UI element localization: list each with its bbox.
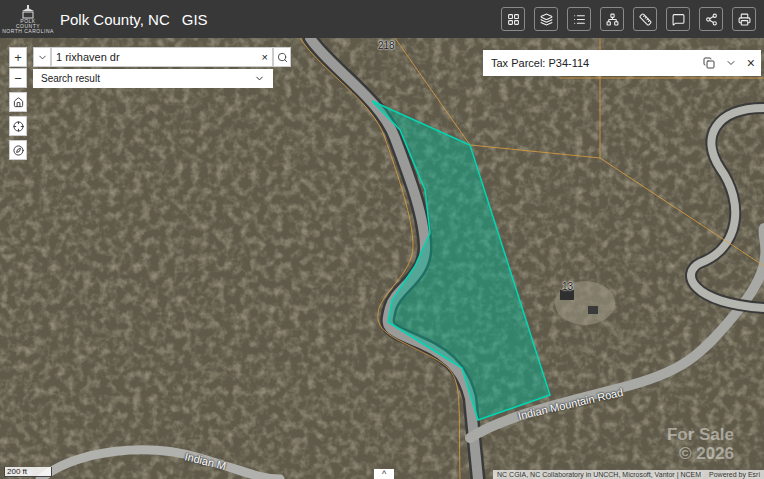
tool-button[interactable] [501,7,525,31]
search-icon [277,52,288,63]
gis-page: POLKCOUNTYNORTH CAROLINA Polk County, NCG… [0,0,764,479]
share-icon [705,13,718,26]
grid-icon [507,13,520,26]
logo-text: NORTH CAROLINA [2,29,54,34]
copy-icon[interactable] [703,57,715,69]
tool-button[interactable] [732,7,756,31]
collapse-icon[interactable] [725,57,737,69]
network-icon [606,13,619,26]
comment-icon [672,13,685,26]
parcel-popup: Tax Parcel: P34-114 × [483,50,761,76]
search-panel: 1 rixhaven dr× Search result [33,47,291,88]
search-result-dropdown[interactable]: Search result [33,69,273,88]
zoom-out-button[interactable]: − [9,68,27,88]
scale-bar: 200 ft [4,467,52,477]
chevron-icon [254,73,265,84]
parcel-highlight[interactable] [372,101,550,420]
printer-icon [738,13,751,26]
close-button[interactable]: × [747,55,755,71]
search-source-button[interactable] [33,47,51,67]
ruler-icon [639,13,652,26]
county-logo: POLKCOUNTYNORTH CAROLINA [8,5,48,34]
map[interactable]: 21813Indian Mountain RoadIndian MFor Sal… [0,38,764,479]
satellite-map[interactable] [0,38,764,479]
layers-icon [540,13,553,26]
tool-button[interactable] [567,7,591,31]
locate-icon [13,121,24,132]
chevron-icon [37,52,48,63]
tool-button[interactable] [699,7,723,31]
map-label: 218 [378,40,395,51]
header: POLKCOUNTYNORTH CAROLINA Polk County, NCG… [0,0,764,38]
clear-button[interactable]: × [262,51,268,63]
compass-icon [13,145,24,156]
tool-button[interactable] [633,7,657,31]
attribution: NC CGIA, NC Collaboratory in UNCCH, Micr… [493,470,764,479]
map-label: 13 [562,281,573,292]
home-button[interactable] [9,92,27,112]
search-button[interactable] [273,47,291,67]
zoom-in-button[interactable]: + [9,47,27,67]
popup-title: Tax Parcel: P34-114 [491,57,693,69]
compass-button[interactable] [9,140,27,160]
zoom-controls: +− [9,47,27,88]
tool-button[interactable] [600,7,624,31]
map-controls: +− [9,47,27,160]
tool-button[interactable] [666,7,690,31]
search-input[interactable]: 1 rixhaven dr× [51,47,273,67]
list-icon [573,13,586,26]
home-icon [13,97,24,108]
tool-button[interactable] [534,7,558,31]
collapse-button[interactable]: ^ [374,469,394,479]
locate-button[interactable] [9,116,27,136]
toolbar [501,7,756,31]
watermark: For Sale© 2026 [667,425,734,463]
courthouse-icon [20,5,36,19]
app-title: Polk County, NCGIS [60,11,208,28]
